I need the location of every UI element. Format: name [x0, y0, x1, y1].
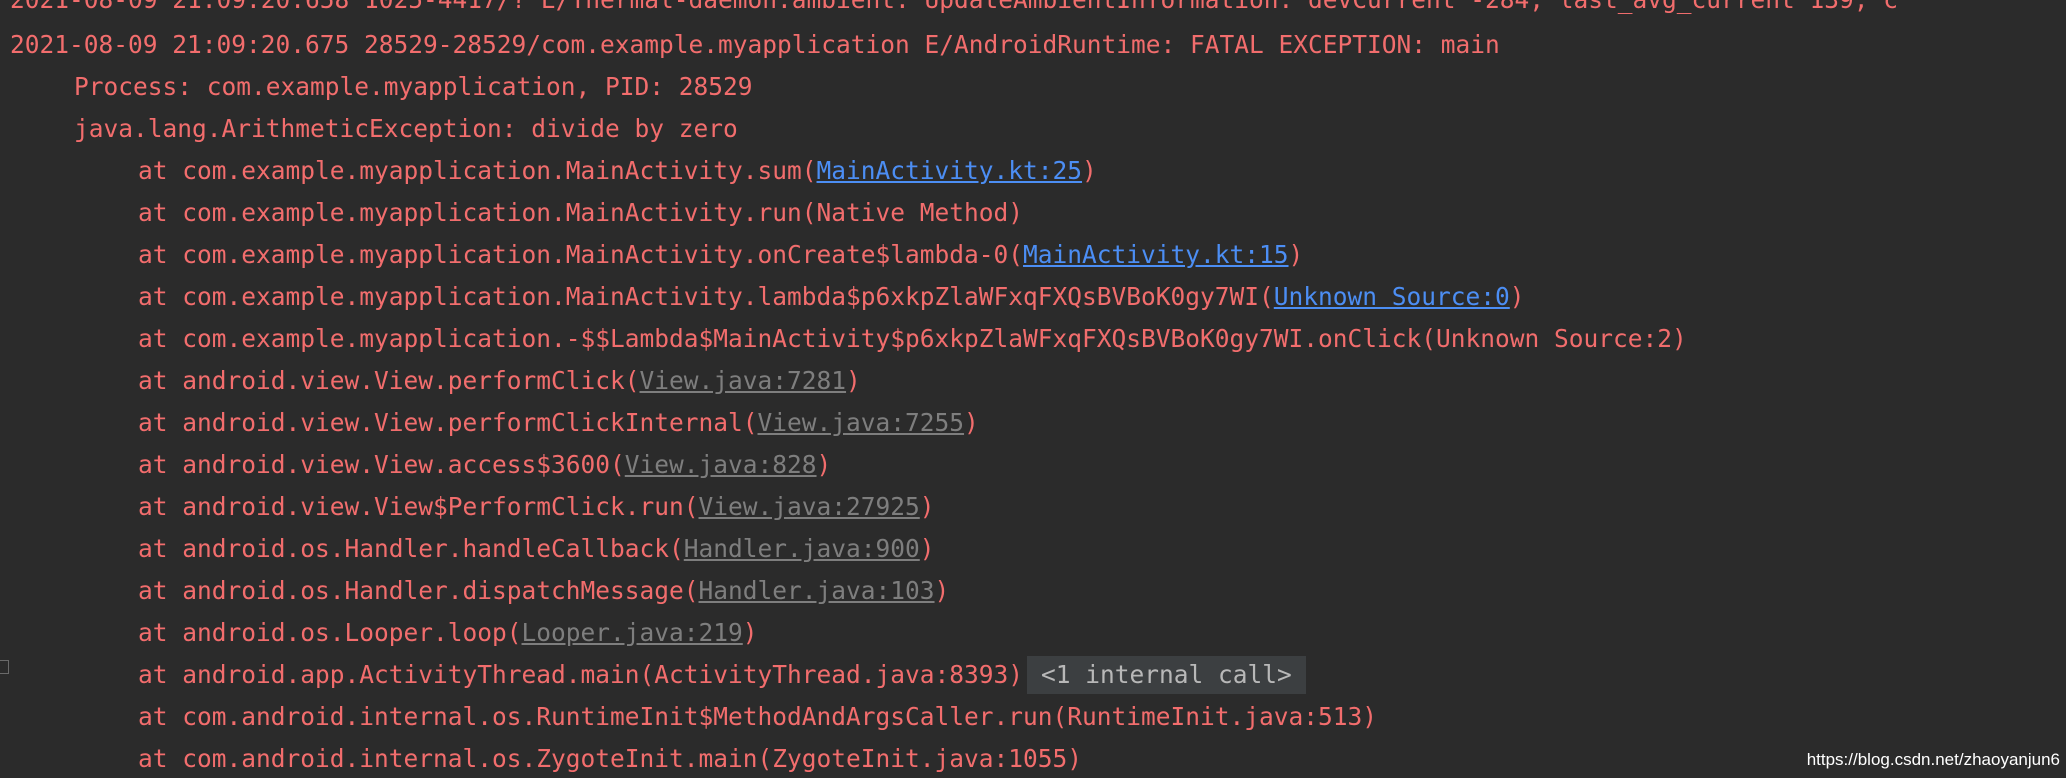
stack-frame: at android.os.Handler.handleCallback(Han… [138, 528, 935, 570]
stack-frame: at com.example.myapplication.-$$Lambda$M… [138, 318, 1687, 360]
source-link[interactable]: View.java:7255 [758, 408, 965, 437]
stack-frame: at android.app.ActivityThread.main(Activ… [138, 654, 1306, 696]
frame-text: at com.example.myapplication.MainActivit… [138, 198, 1024, 227]
source-link[interactable]: View.java:828 [625, 450, 817, 479]
stack-frame: at android.view.View.performClickInterna… [138, 402, 979, 444]
stack-frame: at com.example.myapplication.MainActivit… [138, 150, 1097, 192]
stack-frame: at com.android.internal.os.RuntimeInit$M… [138, 696, 1377, 738]
stack-frame: at android.os.Looper.loop(Looper.java:21… [138, 612, 758, 654]
log-line-previous: 2021-08-09 21:09:20.658 1025-4417/? E/Th… [10, 0, 1898, 21]
frame-suffix: ) [846, 366, 861, 395]
stack-frame: at com.android.internal.os.ZygoteInit.ma… [138, 738, 1082, 778]
stack-frame: at com.example.myapplication.MainActivit… [138, 234, 1303, 276]
watermark-text: https://blog.csdn.net/zhaoyanjun6 [1806, 750, 2060, 769]
frame-text: at com.android.internal.os.ZygoteInit.ma… [138, 744, 1083, 773]
frame-text: at android.view.View.access$3600( [138, 450, 625, 479]
frame-text: at com.example.myapplication.MainActivit… [138, 240, 1024, 269]
source-link[interactable]: Looper.java:219 [522, 618, 743, 647]
stack-frame: at com.example.myapplication.MainActivit… [138, 276, 1525, 318]
fold-marker-icon[interactable] [0, 660, 9, 674]
frame-text: at android.os.Handler.dispatchMessage( [138, 576, 699, 605]
stack-frame: at android.os.Handler.dispatchMessage(Ha… [138, 570, 949, 612]
frame-suffix: ) [742, 618, 758, 647]
stack-frame: at android.view.View.access$3600(View.ja… [138, 444, 831, 486]
frame-suffix: ) [919, 492, 935, 521]
source-link[interactable]: Handler.java:900 [684, 534, 920, 563]
log-line-process: Process: com.example.myapplication, PID:… [74, 72, 753, 101]
frame-text: at android.view.View$PerformClick.run( [138, 492, 699, 521]
internal-call-fold-badge[interactable]: <1 internal call> [1027, 656, 1306, 694]
source-link[interactable]: View.java:27925 [699, 492, 920, 521]
source-link[interactable]: View.java:7281 [640, 366, 847, 395]
frame-suffix: ) [919, 534, 935, 563]
stack-frame: at com.example.myapplication.MainActivit… [138, 192, 1023, 234]
frame-text: at android.view.View.performClick( [138, 366, 640, 395]
stack-frame: at android.view.View.performClick(View.j… [138, 360, 861, 402]
source-link[interactable]: MainActivity.kt:25 [817, 156, 1083, 185]
frame-suffix: ) [934, 576, 950, 605]
frame-suffix: ) [1082, 156, 1097, 185]
frame-text: at android.view.View.performClickInterna… [138, 408, 758, 437]
frame-suffix: ) [816, 450, 832, 479]
source-link[interactable]: MainActivity.kt:15 [1023, 240, 1289, 269]
frame-text: at com.android.internal.os.RuntimeInit$M… [138, 702, 1378, 731]
frame-text: at com.example.myapplication.MainActivit… [138, 282, 1274, 311]
frame-text: at com.example.myapplication.MainActivit… [138, 156, 817, 185]
frame-text: at android.app.ActivityThread.main(Activ… [138, 660, 1024, 689]
stack-frame: at android.view.View$PerformClick.run(Vi… [138, 486, 935, 528]
logcat-console: 2021-08-09 21:09:20.658 1025-4417/? E/Th… [0, 0, 2066, 778]
frame-text: at com.example.myapplication.-$$Lambda$M… [138, 324, 1687, 353]
frame-suffix: ) [1288, 240, 1304, 269]
frame-text: at android.os.Handler.handleCallback( [138, 534, 684, 563]
source-link[interactable]: Unknown Source:0 [1274, 282, 1510, 311]
frame-suffix: ) [1509, 282, 1525, 311]
log-line-fatal-exception: 2021-08-09 21:09:20.675 28529-28529/com.… [10, 30, 1500, 59]
frame-suffix: ) [964, 408, 979, 437]
frame-text: at android.os.Looper.loop( [138, 618, 522, 647]
source-link[interactable]: Handler.java:103 [699, 576, 935, 605]
log-line-exception: java.lang.ArithmeticException: divide by… [74, 114, 738, 143]
